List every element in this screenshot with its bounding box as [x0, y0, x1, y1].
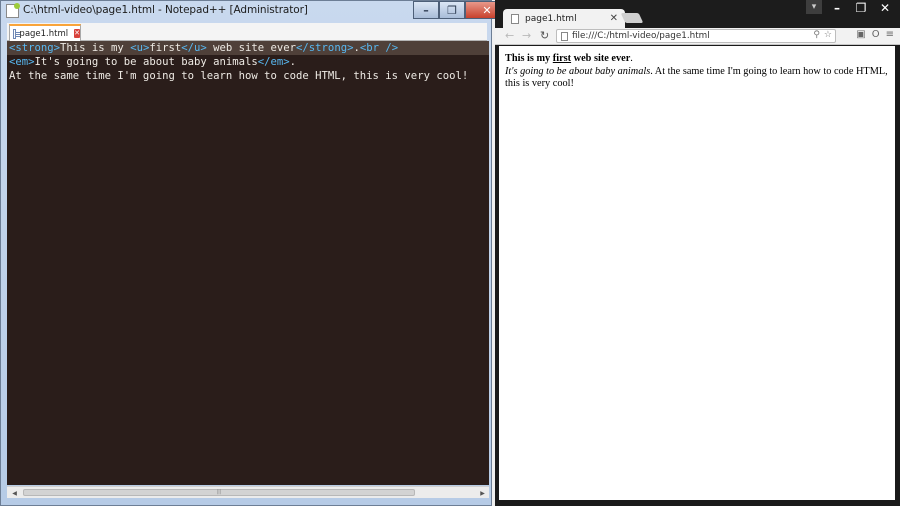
chrome-window-controls: – ❐ ✕	[826, 0, 896, 16]
code-line-3[interactable]: At the same time I'm going to learn how …	[7, 69, 489, 83]
notepadpp-window: C:\html-video\page1.html - Notepad++ [Ad…	[0, 0, 509, 506]
code-text: .	[289, 56, 297, 68]
file-icon	[13, 28, 21, 39]
bold-text: This is my first web site ever	[505, 53, 631, 64]
maximize-button[interactable]: ❐	[850, 0, 872, 16]
chrome-window: page1.html ✕ ▾ – ❐ ✕ ← → ↻ file:///C:/ht…	[495, 0, 900, 506]
close-tab-icon[interactable]: ✕	[74, 29, 80, 38]
u-close-tag: </u>	[181, 42, 207, 54]
underlined-text: first	[552, 53, 572, 64]
code-line-2[interactable]: <em>It's going to be about baby animals<…	[7, 55, 489, 69]
close-button[interactable]: ✕	[874, 0, 896, 16]
notepadpp-titlebar[interactable]: C:\html-video\page1.html - Notepad++ [Ad…	[1, 1, 509, 21]
new-tab-button[interactable]	[620, 13, 644, 23]
scroll-right-arrow-icon[interactable]: ▶	[477, 488, 488, 498]
menu-icon[interactable]: ≡	[886, 29, 894, 40]
minimize-button[interactable]: –	[826, 0, 848, 16]
maximize-button[interactable]: ❐	[439, 1, 465, 19]
chrome-tabstrip[interactable]: page1.html ✕ ▾ – ❐ ✕	[495, 0, 900, 28]
tab-page1-html[interactable]: page1.html ✕	[9, 24, 81, 41]
notepadpp-tabbar: page1.html ✕	[7, 23, 487, 41]
extension-icon[interactable]: ▣	[856, 29, 865, 40]
tab-page1-html[interactable]: page1.html ✕	[503, 9, 625, 28]
strong-close-tag: </strong>	[296, 42, 354, 54]
code-text: first	[149, 42, 182, 54]
opera-extension-icon[interactable]: O	[872, 29, 880, 40]
address-bar[interactable]: file:///C:/html-video/page1.html ⚲ ☆	[556, 29, 836, 43]
back-arrow-icon[interactable]: ←	[505, 29, 514, 43]
zoom-icon[interactable]: ⚲	[813, 30, 820, 40]
horizontal-scrollbar[interactable]: ◀ ||| ▶	[7, 486, 489, 498]
minimize-button[interactable]: –	[413, 1, 439, 19]
italic-text: It's going to be about baby animals	[505, 65, 651, 77]
code-text: It's going to be about baby animals	[34, 56, 258, 68]
page-text: .	[630, 53, 633, 64]
url-text: file:///C:/html-video/page1.html	[572, 31, 710, 41]
page-info-icon[interactable]	[561, 31, 568, 41]
scroll-left-arrow-icon[interactable]: ◀	[9, 488, 20, 498]
forward-arrow-icon[interactable]: →	[522, 29, 531, 43]
close-tab-icon[interactable]: ✕	[610, 13, 618, 24]
code-text: web site ever	[206, 42, 297, 54]
page-icon	[511, 13, 519, 24]
code-text: At the same time I'm going to learn how …	[9, 70, 469, 82]
u-open-tag: <u>	[130, 42, 150, 54]
scrollbar-thumb[interactable]: |||	[23, 489, 415, 496]
code-line-1[interactable]: <strong>This is my <u>first</u> web site…	[7, 41, 489, 55]
rendered-page: This is my first web site ever. It's goi…	[499, 46, 895, 500]
code-text: This is my	[60, 42, 131, 54]
user-profile-icon[interactable]: ▾	[806, 0, 822, 14]
strong-open-tag: <strong>	[9, 42, 61, 54]
notepadpp-app-icon[interactable]	[6, 3, 20, 18]
tab-label: page1.html	[19, 28, 69, 39]
tab-title: page1.html	[525, 13, 577, 24]
notepadpp-window-title: C:\html-video\page1.html - Notepad++ [Ad…	[23, 4, 308, 16]
reload-icon[interactable]: ↻	[540, 29, 549, 43]
em-close-tag: </em>	[257, 56, 290, 68]
bookmark-star-icon[interactable]: ☆	[824, 30, 832, 40]
code-editor[interactable]: <strong>This is my <u>first</u> web site…	[7, 41, 489, 485]
chrome-toolbar: ← → ↻ file:///C:/html-video/page1.html ⚲…	[495, 28, 900, 45]
br-tag: <br />	[359, 42, 399, 54]
em-open-tag: <em>	[9, 56, 35, 68]
